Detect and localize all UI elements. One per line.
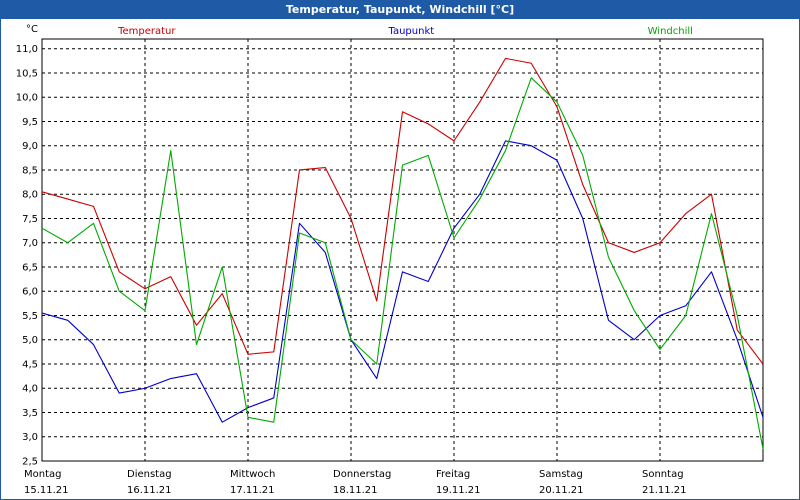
y-tick-label: 5,0	[22, 335, 38, 346]
y-tick-label: 6,5	[22, 262, 38, 273]
y-tick-label: 6,0	[22, 287, 38, 298]
x-date-label: 18.11.21	[333, 485, 378, 496]
x-date-label: 20.11.21	[539, 485, 584, 496]
y-tick-label: 5,5	[22, 311, 38, 322]
y-tick-label: 10,0	[16, 93, 38, 104]
y-tick-label: 8,5	[22, 165, 38, 176]
x-day-label: Sonntag	[642, 469, 684, 480]
x-date-label: 16.11.21	[127, 485, 172, 496]
plot-area	[42, 39, 763, 461]
x-day-label: Montag	[24, 469, 61, 480]
legend-temperatur: Temperatur	[117, 26, 176, 37]
y-tick-label: 4,0	[22, 384, 38, 395]
y-tick-label: 7,0	[22, 238, 38, 249]
x-date-label: 21.11.21	[642, 485, 687, 496]
y-tick-label: 10,5	[16, 68, 38, 79]
legend-windchill: Windchill	[648, 26, 693, 37]
y-tick-label: 8,0	[22, 190, 38, 201]
y-tick-label: 9,0	[22, 141, 38, 152]
x-date-label: 15.11.21	[24, 485, 69, 496]
line-chart: 11,0 10,5 10,0 9,5 9,0 8,5 8,0 7,5 7,0 6,5 6,0 5,5 5…	[16, 24, 764, 496]
x-date-label: 19.11.21	[436, 485, 481, 496]
x-day-label: Freitag	[436, 469, 470, 480]
y-tick-label: 3,0	[22, 432, 38, 443]
y-axis-unit: °C	[26, 24, 38, 35]
x-day-label: Dienstag	[127, 469, 172, 480]
legend-taupunkt: Taupunkt	[388, 26, 435, 37]
x-day-label: Mittwoch	[230, 469, 275, 480]
y-tick-label: 7,5	[22, 214, 38, 225]
y-tick-label: 4,5	[22, 359, 38, 370]
y-tick-label: 3,5	[22, 408, 38, 419]
y-tick-label: 11,0	[16, 44, 38, 55]
chart-window: Temperatur, Taupunkt, Windchill [°C] 11,…	[0, 0, 800, 500]
x-day-label: Samstag	[539, 469, 583, 480]
y-tick-label: 9,5	[22, 117, 38, 128]
x-day-label: Donnerstag	[333, 469, 391, 480]
y-tick-label: 2,5	[22, 457, 38, 468]
x-date-label: 17.11.21	[230, 485, 275, 496]
